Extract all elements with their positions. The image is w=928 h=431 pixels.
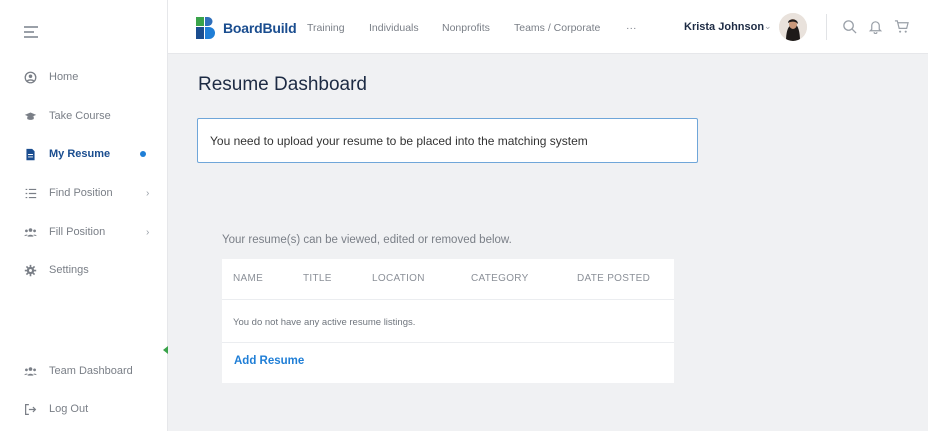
sidebar-item-label: Settings: [49, 264, 89, 276]
sidebar-item-team-dashboard[interactable]: Team Dashboard: [0, 360, 168, 382]
nav-teams-corporate[interactable]: Teams / Corporate: [514, 22, 600, 34]
user-circle-icon: [23, 70, 37, 84]
gear-icon: [23, 263, 37, 277]
column-header-date-posted: DATE POSTED: [577, 273, 651, 284]
nav-more[interactable]: ···: [626, 22, 637, 34]
column-header-name: NAME: [233, 273, 264, 284]
column-header-category: CATEGORY: [471, 273, 529, 284]
row-divider: [222, 342, 674, 343]
chevron-right-icon: ›: [146, 187, 150, 199]
row-divider: [222, 299, 674, 300]
brand-name: BoardBuild: [223, 20, 297, 36]
users-icon: [23, 364, 37, 378]
sidebar-item-home[interactable]: Home: [0, 66, 168, 88]
sidebar-item-label: My Resume: [49, 148, 111, 160]
cart-icon[interactable]: [894, 19, 909, 34]
logout-icon: [23, 402, 37, 416]
nav-training[interactable]: Training: [307, 22, 345, 34]
column-header-title: TITLE: [303, 273, 332, 284]
divider: [826, 14, 827, 40]
sidebar-item-label: Log Out: [49, 403, 89, 415]
sidebar-item-find-position[interactable]: Find Position ›: [0, 182, 168, 204]
collapse-sidebar-icon[interactable]: [163, 346, 168, 354]
page-title: Resume Dashboard: [198, 74, 367, 95]
chevron-down-icon[interactable]: ⌄: [764, 21, 772, 32]
column-header-location: LOCATION: [372, 273, 425, 284]
empty-table-message: You do not have any active resume listin…: [233, 317, 416, 328]
users-icon: [23, 225, 37, 239]
chevron-right-icon: ›: [146, 226, 150, 238]
sidebar-item-settings[interactable]: Settings: [0, 259, 168, 281]
menu-icon[interactable]: [24, 26, 38, 38]
brand-logo[interactable]: BoardBuild: [196, 17, 297, 39]
sidebar-item-log-out[interactable]: Log Out: [0, 398, 168, 420]
nav-individuals[interactable]: Individuals: [369, 22, 419, 34]
bell-icon[interactable]: [868, 19, 883, 35]
sidebar-item-my-resume[interactable]: My Resume: [0, 143, 168, 165]
resume-intro-text: Your resume(s) can be viewed, edited or …: [222, 234, 512, 246]
resume-table: NAME TITLE LOCATION CATEGORY DATE POSTED…: [222, 259, 674, 383]
document-icon: [23, 147, 37, 161]
sidebar-item-label: Team Dashboard: [49, 365, 133, 377]
graduation-cap-icon: [23, 109, 37, 123]
list-icon: [23, 186, 37, 200]
sidebar-item-label: Home: [49, 71, 79, 83]
sidebar-item-label: Find Position: [49, 187, 113, 199]
top-navigation-bar: BoardBuild Training Individuals Nonprofi…: [168, 0, 928, 54]
sidebar: Home Take Course My Resume Find Position…: [0, 0, 168, 431]
boardbuild-logo-icon: [196, 17, 216, 39]
sidebar-item-label: Fill Position: [49, 226, 106, 238]
nav-nonprofits[interactable]: Nonprofits: [442, 22, 490, 34]
avatar[interactable]: [779, 13, 807, 41]
sidebar-item-label: Take Course: [49, 110, 111, 122]
add-resume-link[interactable]: Add Resume: [234, 355, 304, 367]
user-name[interactable]: Krista Johnson: [684, 21, 764, 33]
search-icon[interactable]: [842, 19, 857, 34]
sidebar-item-fill-position[interactable]: Fill Position ›: [0, 221, 168, 243]
sidebar-item-take-course[interactable]: Take Course: [0, 105, 168, 127]
active-indicator: [140, 151, 146, 157]
upload-resume-alert: You need to upload your resume to be pla…: [197, 118, 698, 163]
alert-message: You need to upload your resume to be pla…: [210, 134, 588, 148]
